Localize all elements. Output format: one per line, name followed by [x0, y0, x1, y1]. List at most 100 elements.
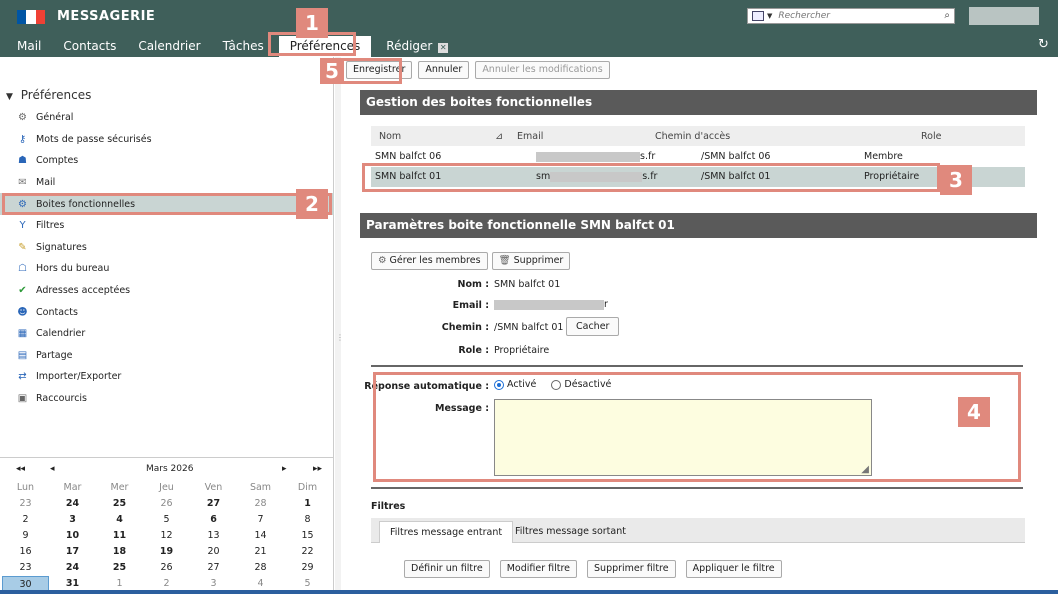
accounts-icon: ☗	[18, 155, 27, 167]
calendar-day[interactable]: 2	[2, 512, 49, 528]
calendar-day[interactable]: 22	[284, 544, 331, 560]
calendar-icon: ▦	[17, 328, 28, 340]
sidebar-item-calendar[interactable]: ▦ Calendrier	[0, 323, 334, 345]
callout-box-4	[373, 372, 1021, 482]
calendar-day[interactable]: 5	[143, 512, 190, 528]
tab-incoming-filters[interactable]: Filtres message entrant	[379, 521, 514, 543]
sidebar-item-general[interactable]: ⚙ Général	[0, 107, 334, 129]
cancel-button[interactable]: Annuler	[418, 61, 470, 79]
calendar-day[interactable]: 19	[143, 544, 190, 560]
role-label: Role :	[458, 345, 489, 356]
calendar-day[interactable]: 11	[96, 528, 143, 544]
calendar-day[interactable]: 13	[190, 528, 237, 544]
column-header-email[interactable]: Email	[517, 131, 543, 142]
calendar-day[interactable]: 27	[190, 496, 237, 512]
calendar-day[interactable]: 3	[49, 512, 96, 528]
search-box[interactable]: ▼ ⌕	[747, 8, 955, 24]
tab-tasks[interactable]: Tâches	[212, 36, 275, 57]
search-icon[interactable]: ⌕	[944, 10, 950, 21]
tab-calendar[interactable]: Calendrier	[127, 36, 211, 57]
triangle-down-icon[interactable]: ▼	[6, 92, 13, 102]
tab-contacts[interactable]: Contacts	[52, 36, 127, 57]
calendar-day[interactable]: 18	[96, 544, 143, 560]
calendar-day[interactable]: 8	[284, 512, 331, 528]
sidebar-item-label: Adresses acceptées	[36, 285, 131, 297]
calendar-day[interactable]: 24	[49, 496, 96, 512]
sidebar-item-accounts[interactable]: ☗ Comptes	[0, 150, 334, 172]
tab-outgoing-filters[interactable]: Filtres message sortant	[505, 521, 636, 543]
column-header-path[interactable]: Chemin d'accès	[655, 131, 730, 142]
calendar-day[interactable]: 16	[2, 544, 49, 560]
calendar-day[interactable]: 28	[237, 560, 284, 576]
calendar-day[interactable]: 12	[143, 528, 190, 544]
calendar-day[interactable]: 15	[284, 528, 331, 544]
sidebar-item-accepted-addresses[interactable]: ✔ Adresses acceptées	[0, 280, 334, 302]
row-path: /SMN balfct 06	[701, 151, 771, 162]
column-header-role[interactable]: Role	[921, 131, 941, 142]
manage-members-button[interactable]: ⚙ Gérer les membres	[371, 252, 488, 270]
calendar-day[interactable]: 17	[49, 544, 96, 560]
calendar-day[interactable]: 10	[49, 528, 96, 544]
refresh-icon[interactable]: ↻	[1038, 37, 1049, 52]
column-header-name[interactable]: Nom	[379, 131, 401, 142]
sort-icon[interactable]: ⊿	[495, 131, 503, 142]
search-input[interactable]	[778, 11, 929, 21]
calendar-day[interactable]: 20	[190, 544, 237, 560]
calendar-day[interactable]: 25	[96, 560, 143, 576]
shield-check-icon: ✔	[18, 285, 27, 297]
sidebar-item-contacts[interactable]: ☻ Contacts	[0, 301, 334, 323]
calendar-day[interactable]: 23	[2, 560, 49, 576]
calendar-day[interactable]: 23	[2, 496, 49, 512]
calendar-day[interactable]: 29	[284, 560, 331, 576]
prev-year-icon[interactable]: ◂◂	[16, 464, 25, 474]
sidebar-item-out-of-office[interactable]: ☖ Hors du bureau	[0, 258, 334, 280]
user-menu[interactable]	[969, 7, 1039, 25]
calendar-day[interactable]: 4	[96, 512, 143, 528]
sidebar-item-shortcuts[interactable]: ▣ Raccourcis	[0, 388, 334, 410]
tab-mail[interactable]: Mail	[6, 36, 52, 57]
tab-compose[interactable]: Rédiger ✕	[375, 36, 459, 57]
next-year-icon[interactable]: ▸▸	[313, 464, 322, 474]
calendar-day[interactable]: 25	[96, 496, 143, 512]
sidebar-item-passwords[interactable]: ⚷ Mots de passe sécurisés	[0, 129, 334, 151]
callout-box-3	[362, 163, 940, 192]
close-icon[interactable]: ✕	[438, 43, 449, 53]
sidebar-item-signatures[interactable]: ✎ Signatures	[0, 237, 334, 259]
calendar-day[interactable]: 26	[143, 496, 190, 512]
delete-box-button[interactable]: 🗑 Supprimer	[491, 252, 571, 270]
pane-splitter[interactable]: ⋮	[335, 57, 344, 594]
delete-filter-button[interactable]: Supprimer filtre	[587, 560, 676, 578]
calendar-scope-icon[interactable]	[752, 11, 764, 21]
email-label: Email :	[452, 300, 489, 311]
preferences-header[interactable]: ▼ Préférences	[6, 88, 91, 102]
calendar-day[interactable]: 9	[2, 528, 49, 544]
modify-filter-button[interactable]: Modifier filtre	[499, 560, 578, 578]
name-value: SMN balfct 01	[494, 279, 561, 290]
hide-button[interactable]: Cacher	[566, 317, 620, 336]
sidebar-item-sharing[interactable]: ▤ Partage	[0, 345, 334, 367]
chevron-down-icon[interactable]: ▼	[767, 12, 772, 20]
calendar-day[interactable]: 6	[190, 512, 237, 528]
manage-members-label: Gérer les membres	[389, 255, 481, 266]
calendar-day[interactable]: 14	[237, 528, 284, 544]
sidebar-item-mail[interactable]: ✉ Mail	[0, 172, 334, 194]
sidebar-item-label: Signatures	[36, 241, 87, 253]
next-month-icon[interactable]: ▸	[282, 464, 287, 474]
brand: MESSAGERIE	[17, 9, 155, 24]
calendar-day[interactable]: 7	[237, 512, 284, 528]
undo-changes-button[interactable]: Annuler les modifications	[475, 61, 610, 79]
sidebar-item-label: Raccourcis	[36, 393, 88, 405]
name-label: Nom :	[457, 279, 489, 290]
calendar-day[interactable]: 28	[237, 496, 284, 512]
sidebar-item-import-export[interactable]: ⇄ Importer/Exporter	[0, 366, 334, 388]
prev-month-icon[interactable]: ◂	[50, 464, 55, 474]
out-of-office-icon: ☖	[18, 263, 27, 275]
calendar-day[interactable]: 24	[49, 560, 96, 576]
calendar-day[interactable]: 1	[284, 496, 331, 512]
calendar-day[interactable]: 26	[143, 560, 190, 576]
sidebar-item-filters[interactable]: Y Filtres	[0, 215, 334, 237]
calendar-day[interactable]: 27	[190, 560, 237, 576]
calendar-day[interactable]: 21	[237, 544, 284, 560]
apply-filter-button[interactable]: Appliquer le filtre	[685, 560, 782, 578]
define-filter-button[interactable]: Définir un filtre	[404, 560, 490, 578]
